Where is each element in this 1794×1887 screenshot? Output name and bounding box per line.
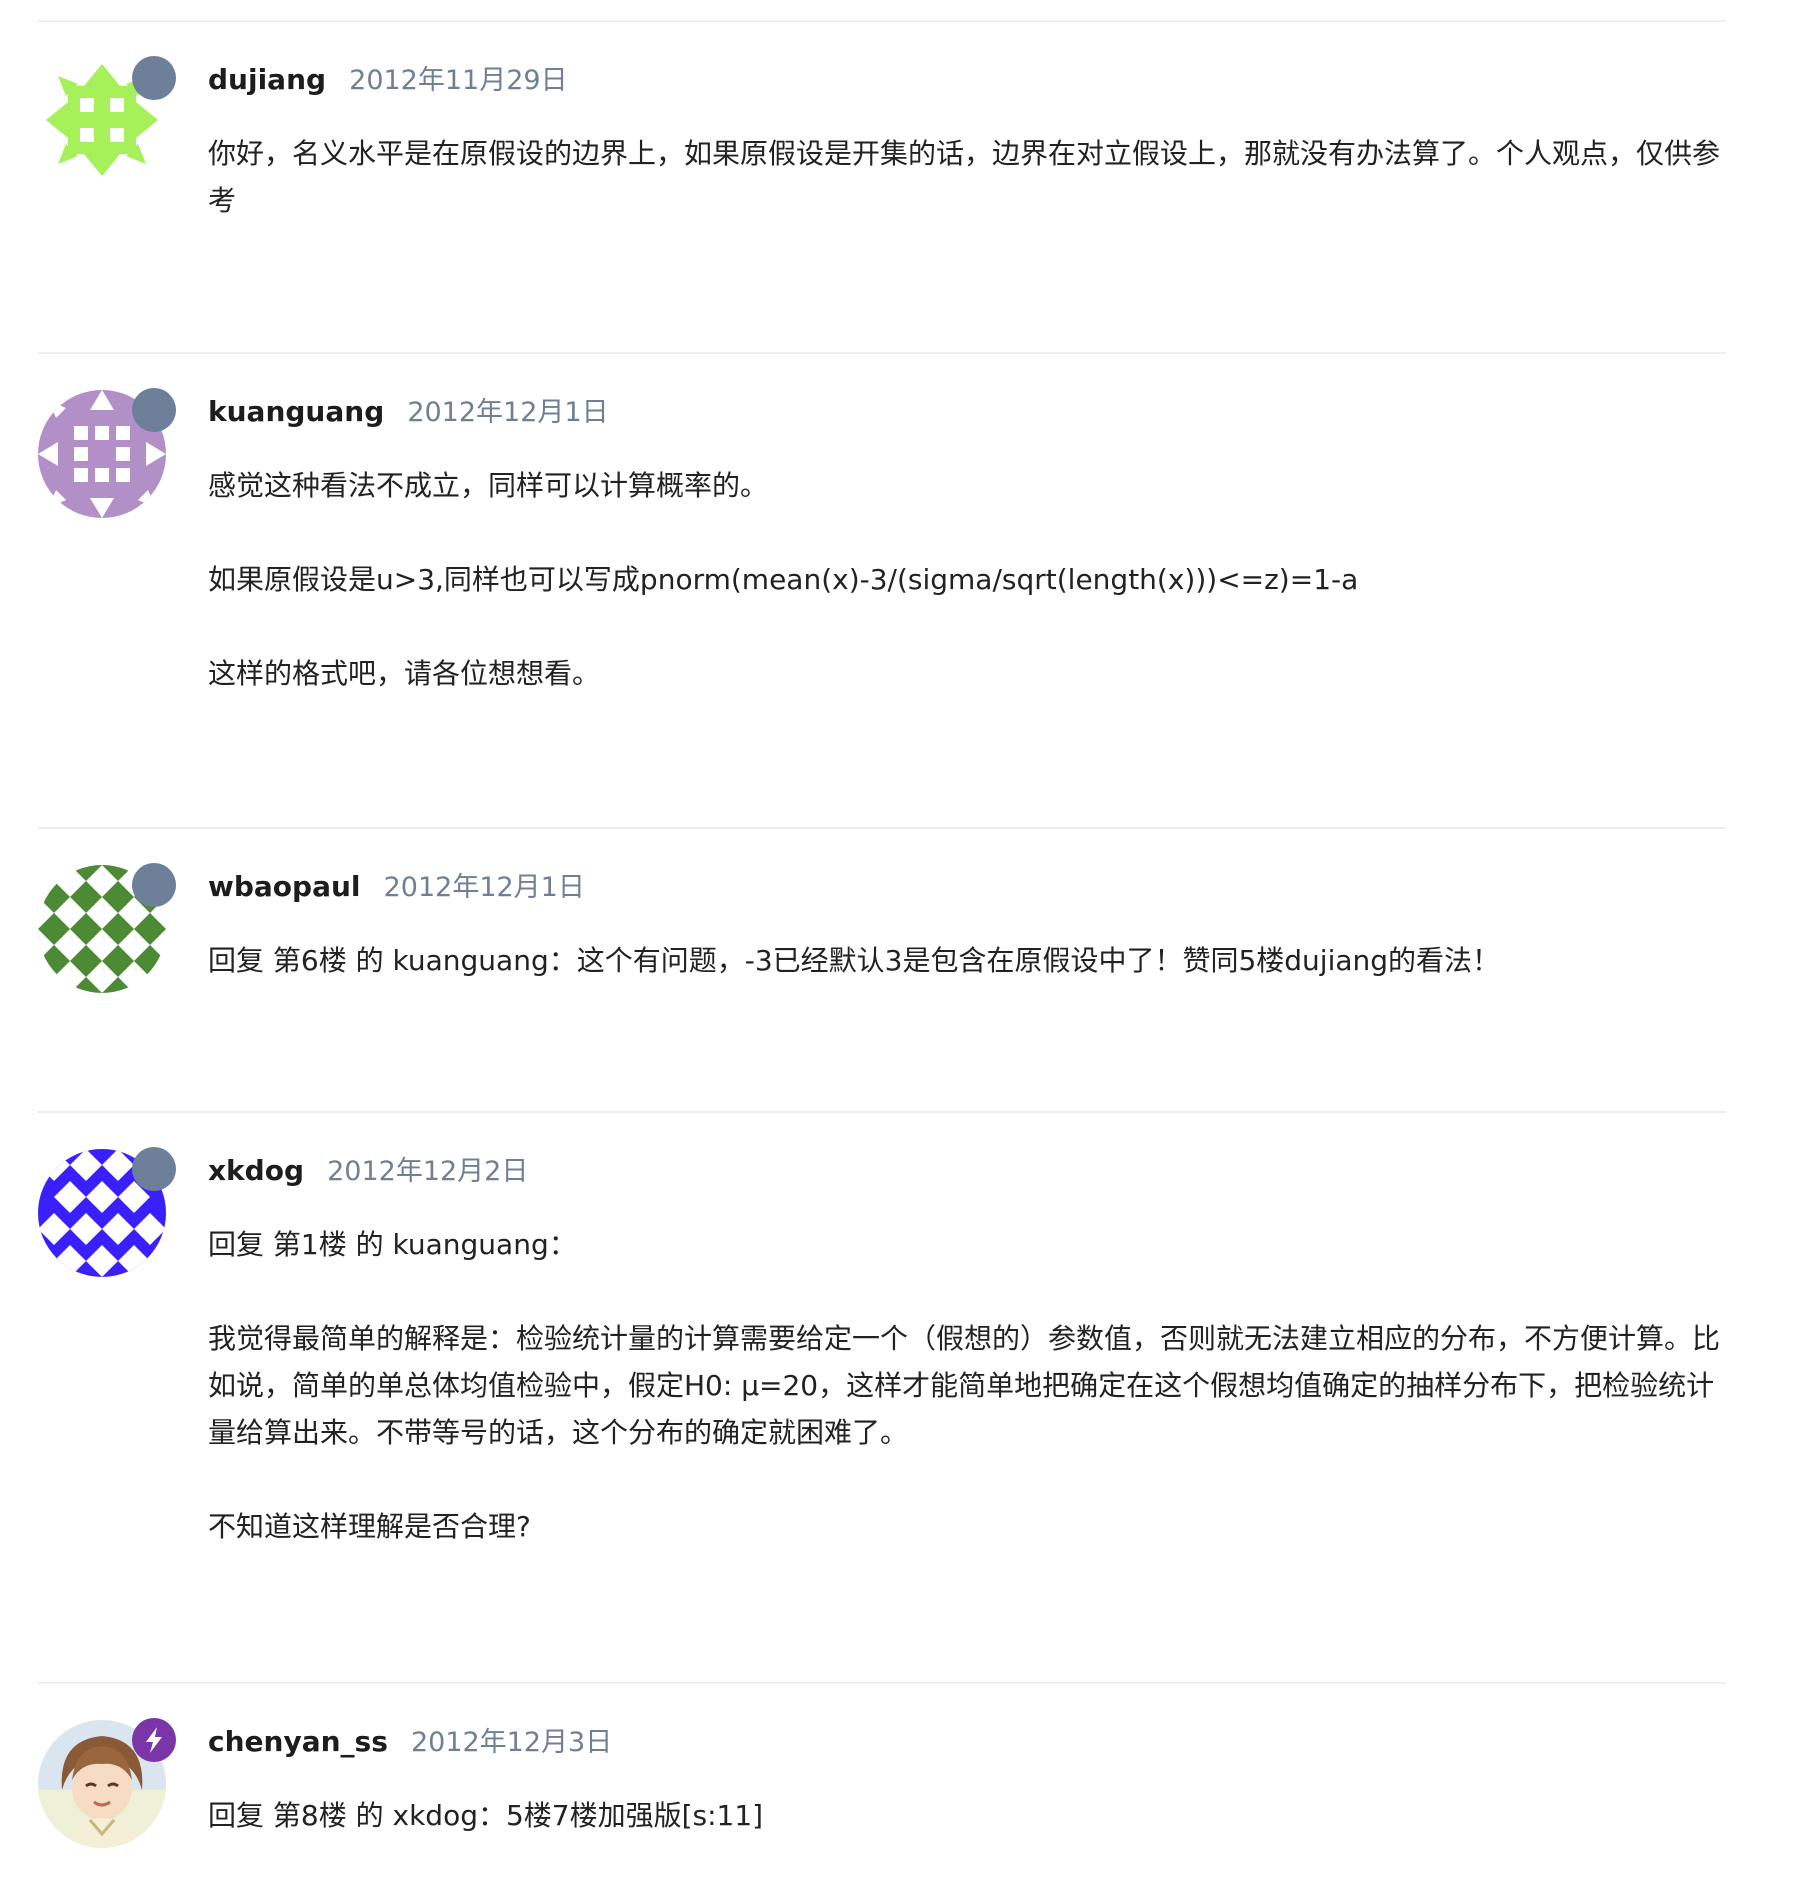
comment-paragraph: 你好，名义水平是在原假设的边界上，如果原假设是开集的话，边界在对立假设上，那就没…	[208, 137, 1721, 217]
comment-paragraph: 回复 第1楼 的 kuanguang：	[208, 1228, 577, 1261]
comment-item: chenyan_ss 2012年12月3日 回复 第8楼 的 xkdog：5楼7…	[38, 1682, 1726, 1848]
author-name[interactable]: wbaopaul	[208, 870, 361, 903]
online-badge	[132, 56, 176, 100]
comment-meta: kuanguang 2012年12月1日	[208, 392, 609, 436]
comment-paragraph: 回复 第8楼 的 xkdog：5楼7楼加强版[s:11]	[208, 1799, 764, 1832]
comment-body: 回复 第6楼 的 kuanguang：这个有问题，-3已经默认3是包含在原假设中…	[208, 937, 1728, 984]
comment-item: xkdog 2012年12月2日 回复 第1楼 的 kuanguang： 我觉得…	[38, 1111, 1726, 1543]
comment-body: 回复 第1楼 的 kuanguang： 我觉得最简单的解释是：检验统计量的计算需…	[208, 1221, 1728, 1550]
comment-meta: dujiang 2012年11月29日	[208, 60, 568, 104]
comment-paragraph: 不知道这样理解是否合理?	[208, 1510, 531, 1543]
comment-date[interactable]: 2012年12月1日	[384, 872, 585, 903]
comment-body: 回复 第8楼 的 xkdog：5楼7楼加强版[s:11]	[208, 1792, 1728, 1839]
comment-body: 你好，名义水平是在原假设的边界上，如果原假设是开集的话，边界在对立假设上，那就没…	[208, 130, 1728, 224]
author-name[interactable]: kuanguang	[208, 395, 384, 428]
comment-paragraph: 这样的格式吧，请各位想想看。	[208, 657, 601, 690]
comment-item: kuanguang 2012年12月1日 感觉这种看法不成立，同样可以计算概率的…	[38, 352, 1726, 690]
comment-meta: chenyan_ss 2012年12月3日	[208, 1722, 612, 1766]
comment-date[interactable]: 2012年12月3日	[411, 1727, 612, 1758]
comment-date[interactable]: 2012年11月29日	[349, 65, 567, 96]
author-name[interactable]: chenyan_ss	[208, 1725, 388, 1758]
author-name[interactable]: dujiang	[208, 63, 326, 96]
author-name[interactable]: xkdog	[208, 1154, 304, 1187]
comment-date[interactable]: 2012年12月1日	[407, 397, 608, 428]
comment-paragraph: 我觉得最简单的解释是：检验统计量的计算需要给定一个（假想的）参数值，否则就无法建…	[208, 1322, 1721, 1449]
comment-item: wbaopaul 2012年12月1日 回复 第6楼 的 kuanguang：这…	[38, 827, 1726, 993]
comment-meta: wbaopaul 2012年12月1日	[208, 867, 585, 911]
comment-paragraph: 如果原假设是u>3,同样也可以写成pnorm(mean(x)-3/(sigma/…	[208, 563, 1359, 596]
comment-date[interactable]: 2012年12月2日	[327, 1156, 528, 1187]
comment-paragraph: 感觉这种看法不成立，同样可以计算概率的。	[208, 469, 769, 502]
comment-item: dujiang 2012年11月29日 你好，名义水平是在原假设的边界上，如果原…	[38, 20, 1726, 217]
online-badge	[132, 388, 176, 432]
lightning-icon	[132, 1718, 176, 1762]
online-badge	[132, 863, 176, 907]
comment-paragraph: 回复 第6楼 的 kuanguang：这个有问题，-3已经默认3是包含在原假设中…	[208, 944, 1501, 977]
comment-body: 感觉这种看法不成立，同样可以计算概率的。 如果原假设是u>3,同样也可以写成pn…	[208, 462, 1728, 697]
comment-meta: xkdog 2012年12月2日	[208, 1151, 528, 1195]
online-badge	[132, 1147, 176, 1191]
